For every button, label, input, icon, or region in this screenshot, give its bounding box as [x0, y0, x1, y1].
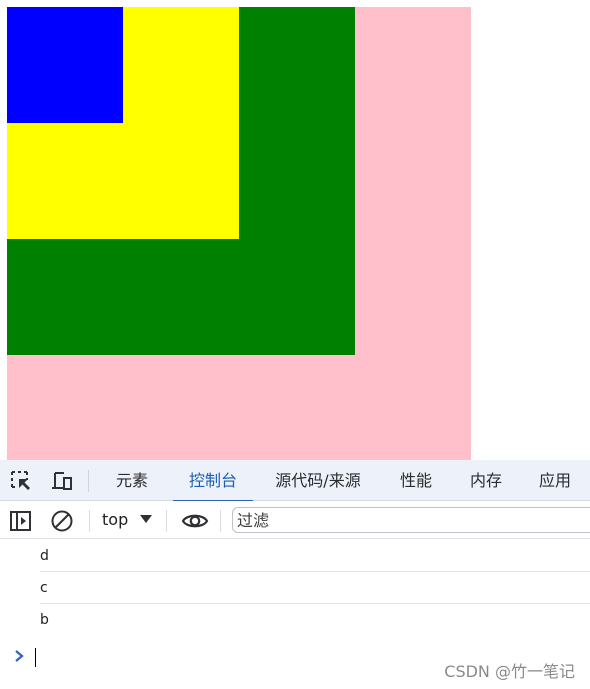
inspect-element-icon[interactable]: [9, 469, 33, 493]
tab-application[interactable]: 应用: [527, 460, 583, 501]
box-d: [7, 7, 123, 123]
tab-label: 内存: [469, 471, 502, 490]
devtools-panel: 元素 控制台 源代码/来源 性能 内存 应用 top 过滤 d c b CSDN…: [0, 460, 590, 689]
tab-label: 源代码/来源: [275, 471, 361, 490]
tab-label: 元素: [115, 471, 148, 490]
chevron-right-icon: [13, 648, 27, 664]
tab-sources[interactable]: 源代码/来源: [264, 460, 372, 501]
console-message: b: [40, 612, 49, 628]
device-toolbar-icon[interactable]: [50, 469, 74, 493]
live-expression-icon[interactable]: [181, 509, 209, 533]
console-message: c: [40, 572, 590, 604]
divider: [89, 510, 90, 532]
page-viewport: [0, 0, 590, 460]
filter-input[interactable]: [232, 507, 590, 533]
tab-elements[interactable]: 元素: [104, 460, 160, 501]
tab-label: 性能: [399, 471, 432, 490]
console-messages: d c b: [0, 540, 590, 636]
divider: [88, 470, 89, 492]
tab-performance[interactable]: 性能: [388, 460, 444, 501]
watermark: CSDN @竹一笔记: [444, 662, 575, 681]
divider: [166, 510, 167, 532]
clear-console-icon[interactable]: [50, 509, 74, 533]
tab-label: 控制台: [188, 471, 237, 490]
tab-label: 应用: [538, 471, 571, 490]
tab-console[interactable]: 控制台: [173, 460, 253, 502]
console-toolbar: top: [0, 501, 590, 539]
tab-memory[interactable]: 内存: [458, 460, 514, 501]
context-selector[interactable]: top: [102, 501, 128, 539]
text-cursor: [35, 648, 36, 667]
devtools-tab-bar: 元素 控制台 源代码/来源 性能 内存 应用: [0, 460, 590, 502]
show-sidebar-icon[interactable]: [9, 509, 33, 533]
chevron-down-icon[interactable]: [140, 515, 152, 523]
console-message: d: [40, 540, 590, 572]
divider: [220, 510, 221, 532]
